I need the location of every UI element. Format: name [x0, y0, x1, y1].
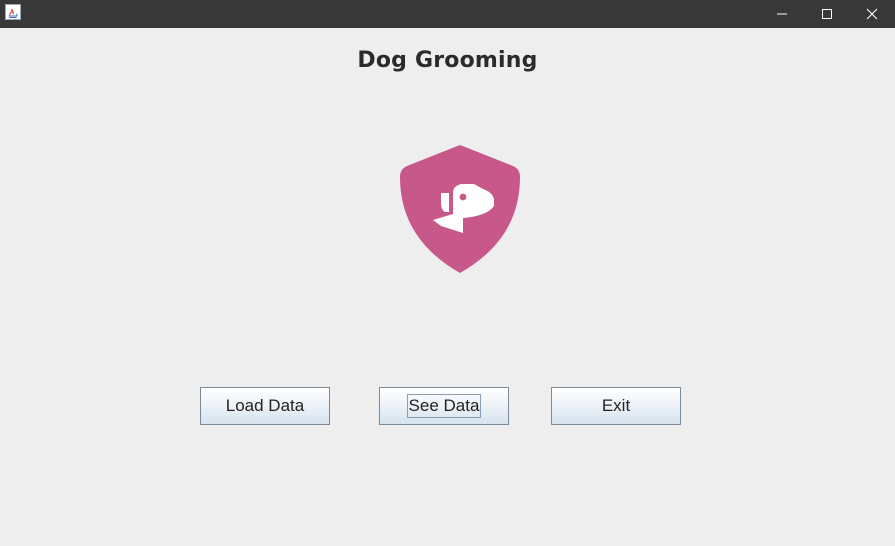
load-data-label: Load Data: [225, 396, 305, 415]
java-app-icon: [5, 4, 21, 20]
close-icon: [866, 8, 878, 20]
close-button[interactable]: [849, 0, 895, 28]
window-titlebar: [0, 0, 895, 28]
load-data-button[interactable]: Load Data: [200, 387, 330, 425]
page-title: Dog Grooming: [357, 48, 538, 73]
maximize-icon: [822, 9, 832, 19]
minimize-icon: [777, 13, 787, 15]
exit-button[interactable]: Exit: [551, 387, 681, 425]
dog-shield-logo: [400, 145, 520, 273]
see-data-button[interactable]: See Data: [379, 387, 509, 425]
minimize-button[interactable]: [759, 0, 805, 28]
exit-label: Exit: [601, 396, 631, 415]
see-data-label: See Data: [406, 394, 482, 418]
maximize-button[interactable]: [804, 0, 850, 28]
